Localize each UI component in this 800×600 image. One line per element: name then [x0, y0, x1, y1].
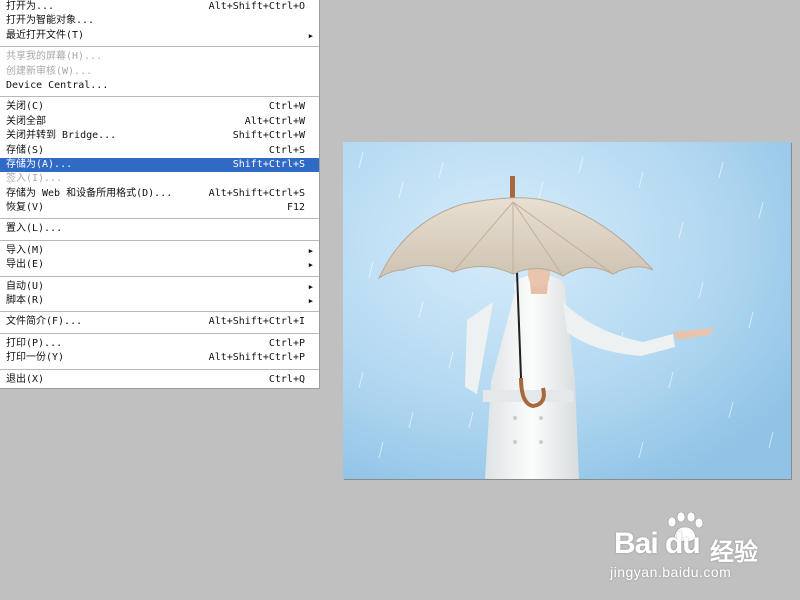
menu-item-shortcut: Ctrl+S [268, 144, 305, 156]
menu-item-label: 置入(L)... [6, 223, 63, 235]
menu-separator [0, 308, 319, 315]
menu-separator [0, 366, 319, 373]
menu-item[interactable]: 关闭(C) Ctrl+W [0, 100, 319, 114]
menu-item-label: 存储(S) [6, 144, 45, 156]
menu-item[interactable]: 打印一份(Y) Alt+Shift+Ctrl+P [0, 351, 319, 365]
menu-item-label: 恢复(V) [6, 202, 45, 214]
triangle-right-icon: ▶ [308, 261, 313, 270]
menu-item-label: 导出(E) [6, 259, 45, 271]
menu-item[interactable]: 打开为智能对象... [0, 14, 319, 28]
menu-item[interactable]: 存储为(A)... Shift+Ctrl+S [0, 157, 319, 173]
menu-item-label: 退出(X) [6, 373, 45, 385]
menu-item-label: 关闭并转到 Bridge... [6, 130, 117, 142]
menu-item-label: 最近打开文件(T) [6, 29, 85, 41]
menu-separator [0, 43, 319, 50]
menu-item-shortcut: Alt+Shift+Ctrl+P [208, 352, 305, 364]
menu-item: 共享我的屏幕(H)... [0, 50, 319, 64]
menu-item[interactable]: 导出(E) ▶ [0, 258, 319, 272]
menu-item-shortcut: Ctrl+P [268, 337, 305, 349]
document-canvas[interactable] [343, 142, 791, 479]
menu-item-label: 脚本(R) [6, 295, 45, 307]
menu-item-label: 存储为 Web 和设备所用格式(D)... [6, 187, 173, 199]
menu-item-label: 创建新审核(W)... [6, 65, 93, 77]
menu-item-shortcut: Alt+Shift+Ctrl+S [208, 187, 305, 199]
menu-item[interactable]: 最近打开文件(T) ▶ [0, 29, 319, 43]
file-menu: 打开为... Alt+Shift+Ctrl+O 打开为智能对象... 最近打开文件(T… [0, 0, 320, 389]
menu-separator [0, 273, 319, 280]
menu-separator [0, 237, 319, 244]
menu-item[interactable]: 导入(M) ▶ [0, 244, 319, 258]
menu-item-shortcut: Alt+Ctrl+W [244, 115, 305, 127]
menu-item-label: 共享我的屏幕(H)... [6, 51, 103, 63]
menu-item-label: 签入(I)... [6, 173, 63, 185]
menu-item[interactable]: 关闭全部 Alt+Ctrl+W [0, 115, 319, 129]
watermark-brand-word: Bai du [614, 527, 701, 560]
menu-item-shortcut: Shift+Ctrl+S [232, 158, 305, 170]
menu-item[interactable]: 打开为... Alt+Shift+Ctrl+O [0, 0, 319, 14]
menu-item[interactable]: 存储为 Web 和设备所用格式(D)... Alt+Shift+Ctrl+S [0, 187, 319, 201]
menu-item-label: Device Central... [6, 79, 109, 91]
watermark-brand-cn: 经验 [710, 538, 758, 566]
menu-item[interactable]: 脚本(R) ▶ [0, 294, 319, 308]
file-menu-list: 打开为... Alt+Shift+Ctrl+O 打开为智能对象... 最近打开文件(T… [0, 0, 319, 387]
menu-item-label: 打印(P)... [6, 337, 63, 349]
menu-item[interactable]: 关闭并转到 Bridge... Shift+Ctrl+W [0, 129, 319, 143]
menu-item-label: 存储为(A)... [6, 158, 73, 170]
menu-item[interactable]: 退出(X) Ctrl+Q [0, 373, 319, 387]
menu-item: 签入(I)... [0, 172, 319, 186]
menu-item: 创建新审核(W)... [0, 65, 319, 79]
menu-separator [0, 93, 319, 100]
triangle-right-icon: ▶ [308, 31, 313, 40]
triangle-right-icon: ▶ [308, 297, 313, 306]
menu-item-label: 打印一份(Y) [6, 352, 65, 364]
baidu-jingyan-watermark: Bai du 经验 jingyan.baidu.com [610, 512, 790, 586]
menu-item-label: 导入(M) [6, 244, 45, 256]
triangle-right-icon: ▶ [308, 282, 313, 291]
triangle-right-icon: ▶ [308, 246, 313, 255]
menu-item-label: 自动(U) [6, 280, 45, 292]
umbrella-photo [343, 142, 791, 479]
menu-item[interactable]: 自动(U) ▶ [0, 280, 319, 294]
menu-item[interactable]: 恢复(V) F12 [0, 201, 319, 215]
menu-item-label: 关闭(C) [6, 101, 45, 113]
menu-item[interactable]: 打印(P)... Ctrl+P [0, 337, 319, 351]
menu-item[interactable]: 文件简介(F)... Alt+Shift+Ctrl+I [0, 315, 319, 329]
menu-item-shortcut: Shift+Ctrl+W [232, 130, 305, 142]
menu-item[interactable]: 置入(L)... [0, 222, 319, 236]
menu-item-shortcut: F12 [286, 202, 305, 214]
menu-item-shortcut: Ctrl+W [268, 101, 305, 113]
menu-item[interactable]: 存储(S) Ctrl+S [0, 144, 319, 158]
watermark-url: jingyan.baidu.com [610, 564, 732, 580]
menu-item-shortcut: Ctrl+Q [268, 373, 305, 385]
menu-item-shortcut: Alt+Shift+Ctrl+O [208, 1, 305, 12]
menu-separator [0, 215, 319, 222]
menu-item-label: 打开为智能对象... [6, 15, 95, 27]
menu-item[interactable]: Device Central... [0, 79, 319, 93]
menu-item-label: 打开为... [6, 1, 55, 12]
menu-separator [0, 330, 319, 337]
menu-item-label: 关闭全部 [6, 115, 46, 127]
menu-item-label: 文件简介(F)... [6, 316, 83, 328]
menu-item-shortcut: Alt+Shift+Ctrl+I [208, 316, 305, 328]
